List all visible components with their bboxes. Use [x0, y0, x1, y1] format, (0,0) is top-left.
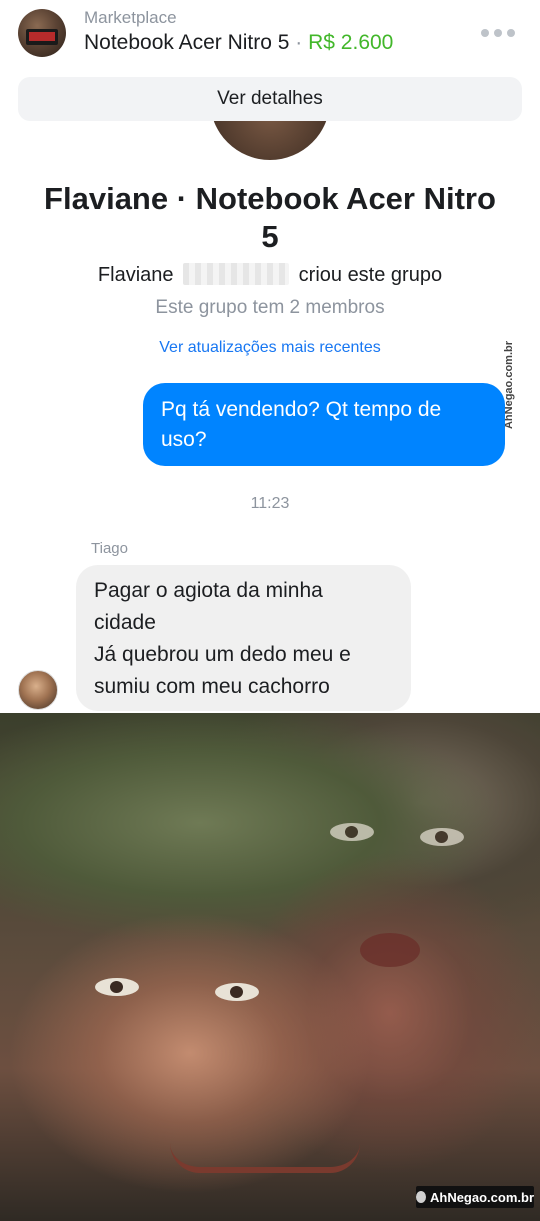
group-title: Flaviane · Notebook Acer Nitro 5 — [44, 181, 496, 254]
watermark-logo-icon — [416, 1191, 426, 1203]
listing-title-line[interactable]: Notebook Acer Nitro 5 · R$ 2.600 — [84, 31, 393, 55]
incoming-line: Já quebrou um dedo meu e — [94, 643, 351, 666]
incoming-line: Pagar o agiota da minha — [94, 579, 323, 602]
watermark-badge: AhNegao.com.br — [416, 1186, 534, 1208]
outgoing-message[interactable]: Pq tá vendendo? Qt tempo de uso? — [143, 383, 505, 466]
incoming-line: sumiu com meu cachorro — [94, 675, 330, 698]
watermark-badge-text: AhNegao.com.br — [429, 1189, 534, 1205]
listing-price: R$ 2.600 — [308, 31, 394, 54]
incoming-line: cidade — [94, 611, 156, 634]
incoming-sender-name: Tiago — [91, 540, 128, 557]
marketplace-label: Marketplace — [84, 8, 177, 27]
creator-suffix: criou este grupo — [298, 264, 443, 286]
message-timestamp: 11:23 — [250, 495, 290, 512]
reaction-meme-image — [0, 713, 540, 1221]
incoming-message[interactable]: Pagar o agiota da minha cidade Já quebro… — [76, 565, 411, 711]
creator-name: Flaviane — [97, 264, 174, 286]
view-details-button[interactable]: Ver detalhes — [18, 77, 522, 121]
title-separator: · — [295, 31, 303, 54]
view-updates-link[interactable]: Ver atualizações mais recentes — [0, 339, 540, 357]
listing-thumbnail[interactable] — [18, 9, 66, 57]
more-options-icon[interactable] — [478, 23, 518, 43]
group-creator-line: Flaviane criou este grupo — [0, 263, 540, 287]
listing-title: Notebook Acer Nitro 5 — [84, 31, 290, 54]
sender-avatar[interactable] — [18, 670, 58, 710]
members-count: Este grupo tem 2 membros — [155, 297, 385, 318]
redacted-surname — [183, 263, 290, 285]
